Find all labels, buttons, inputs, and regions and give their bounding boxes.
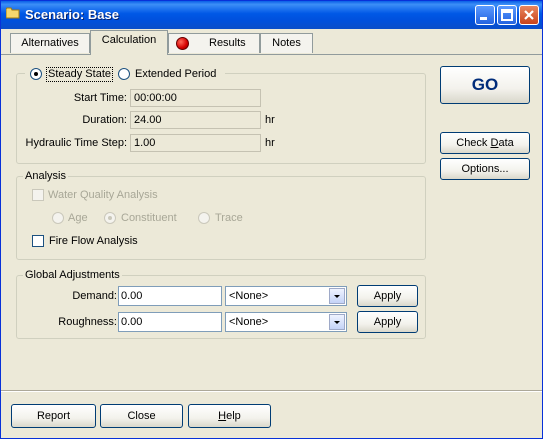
chevron-down-icon [334, 295, 340, 298]
extended-period-radio[interactable] [118, 68, 130, 80]
maximize-button[interactable] [497, 5, 517, 25]
roughness-select-value: <None> [229, 316, 269, 328]
analysis-group: Analysis Water Quality Analysis Age Cons… [16, 170, 426, 260]
roughness-select[interactable]: <None> [225, 312, 347, 332]
report-label: Report [36, 410, 71, 422]
duration-field: 24.00 [130, 111, 261, 129]
help-button[interactable]: Help [188, 404, 271, 428]
fire-flow-label: Fire Flow Analysis [49, 235, 138, 247]
steady-state-label[interactable]: Steady State [46, 67, 113, 82]
demand-apply-button[interactable]: Apply [357, 285, 418, 307]
options-label: Options... [461, 163, 509, 175]
scenario-window: Scenario: Base Alternatives Calculation … [0, 0, 543, 439]
roughness-dropdown-button[interactable] [329, 314, 345, 330]
duration-value: 24.00 [134, 114, 162, 126]
demand-label: Demand: [72, 290, 117, 302]
check-data-label: Check Data [456, 137, 514, 149]
age-radio[interactable] [52, 212, 64, 224]
global-adjustments-group: Global Adjustments Demand: 0.00 <None> A… [16, 269, 426, 339]
minimize-button[interactable] [475, 5, 495, 25]
title-bar[interactable]: Scenario: Base [1, 1, 542, 29]
hydraulic-time-step-unit: hr [265, 137, 275, 149]
start-time-label: Start Time: [73, 92, 127, 104]
tab-alternatives[interactable]: Alternatives [10, 33, 90, 53]
close-button[interactable]: Close [100, 404, 183, 428]
start-time-field: 00:00:00 [130, 89, 261, 107]
demand-select-value: <None> [229, 290, 269, 302]
demand-select[interactable]: <None> [225, 286, 347, 306]
trace-radio[interactable] [198, 212, 210, 224]
tab-results[interactable]: Results [168, 33, 260, 53]
demand-input[interactable]: 0.00 [118, 286, 222, 306]
duration-label: Duration: [82, 114, 127, 126]
help-label: Help [218, 410, 241, 422]
go-button[interactable]: GO [440, 66, 530, 104]
tab-notes-label: Notes [272, 37, 301, 49]
tab-alternatives-label: Alternatives [21, 37, 79, 49]
global-adjustments-legend: Global Adjustments [23, 269, 122, 282]
demand-apply-label: Apply [373, 290, 402, 302]
footer-separator-highlight [1, 391, 542, 392]
water-quality-label: Water Quality Analysis [48, 189, 158, 201]
tab-notes[interactable]: Notes [260, 33, 313, 53]
go-label: GO [471, 75, 499, 94]
mode-legend-area: Steady State Extended Period [25, 66, 225, 82]
close-icon [524, 10, 534, 20]
roughness-input[interactable]: 0.00 [118, 312, 222, 332]
start-time-value: 00:00:00 [134, 92, 177, 104]
roughness-label: Roughness: [58, 316, 117, 328]
minimize-icon [480, 17, 487, 20]
analysis-legend: Analysis [23, 170, 68, 183]
tab-baseline [1, 54, 542, 55]
hydraulic-time-step-field: 1.00 [130, 134, 261, 152]
hydraulic-time-step-value: 1.00 [134, 137, 156, 149]
calculation-group: Steady State Extended Period Start Time:… [16, 66, 426, 164]
folder-icon [6, 7, 20, 19]
tab-calculation-label: Calculation [101, 34, 157, 46]
hydraulic-time-step-label: Hydraulic Time Step: [25, 137, 127, 149]
age-label: Age [68, 212, 88, 224]
report-button[interactable]: Report [11, 404, 96, 428]
roughness-apply-label: Apply [373, 316, 402, 328]
window-title: Scenario: Base [25, 7, 119, 22]
constituent-label: Constituent [121, 212, 177, 224]
options-button[interactable]: Options... [440, 158, 530, 180]
water-quality-checkbox[interactable] [32, 189, 44, 201]
tab-results-label: Results [209, 37, 246, 49]
check-data-button[interactable]: Check Data [440, 132, 530, 154]
demand-dropdown-button[interactable] [329, 288, 345, 304]
close-label: Close [127, 410, 156, 422]
duration-unit: hr [265, 114, 275, 126]
extended-period-label[interactable]: Extended Period [135, 68, 216, 81]
roughness-apply-button[interactable]: Apply [357, 311, 418, 333]
steady-state-radio[interactable] [30, 68, 42, 80]
tab-strip: Alternatives Calculation Results Notes [1, 29, 542, 55]
tab-calculation[interactable]: Calculation [90, 30, 168, 55]
chevron-down-icon [334, 321, 340, 324]
roughness-value: 0.00 [121, 316, 143, 328]
trace-label: Trace [215, 212, 243, 224]
maximize-icon [501, 9, 513, 21]
red-status-dot-icon [176, 37, 189, 50]
demand-value: 0.00 [121, 290, 143, 302]
fire-flow-checkbox[interactable] [32, 235, 44, 247]
close-window-button[interactable] [519, 5, 539, 25]
constituent-radio[interactable] [104, 212, 116, 224]
